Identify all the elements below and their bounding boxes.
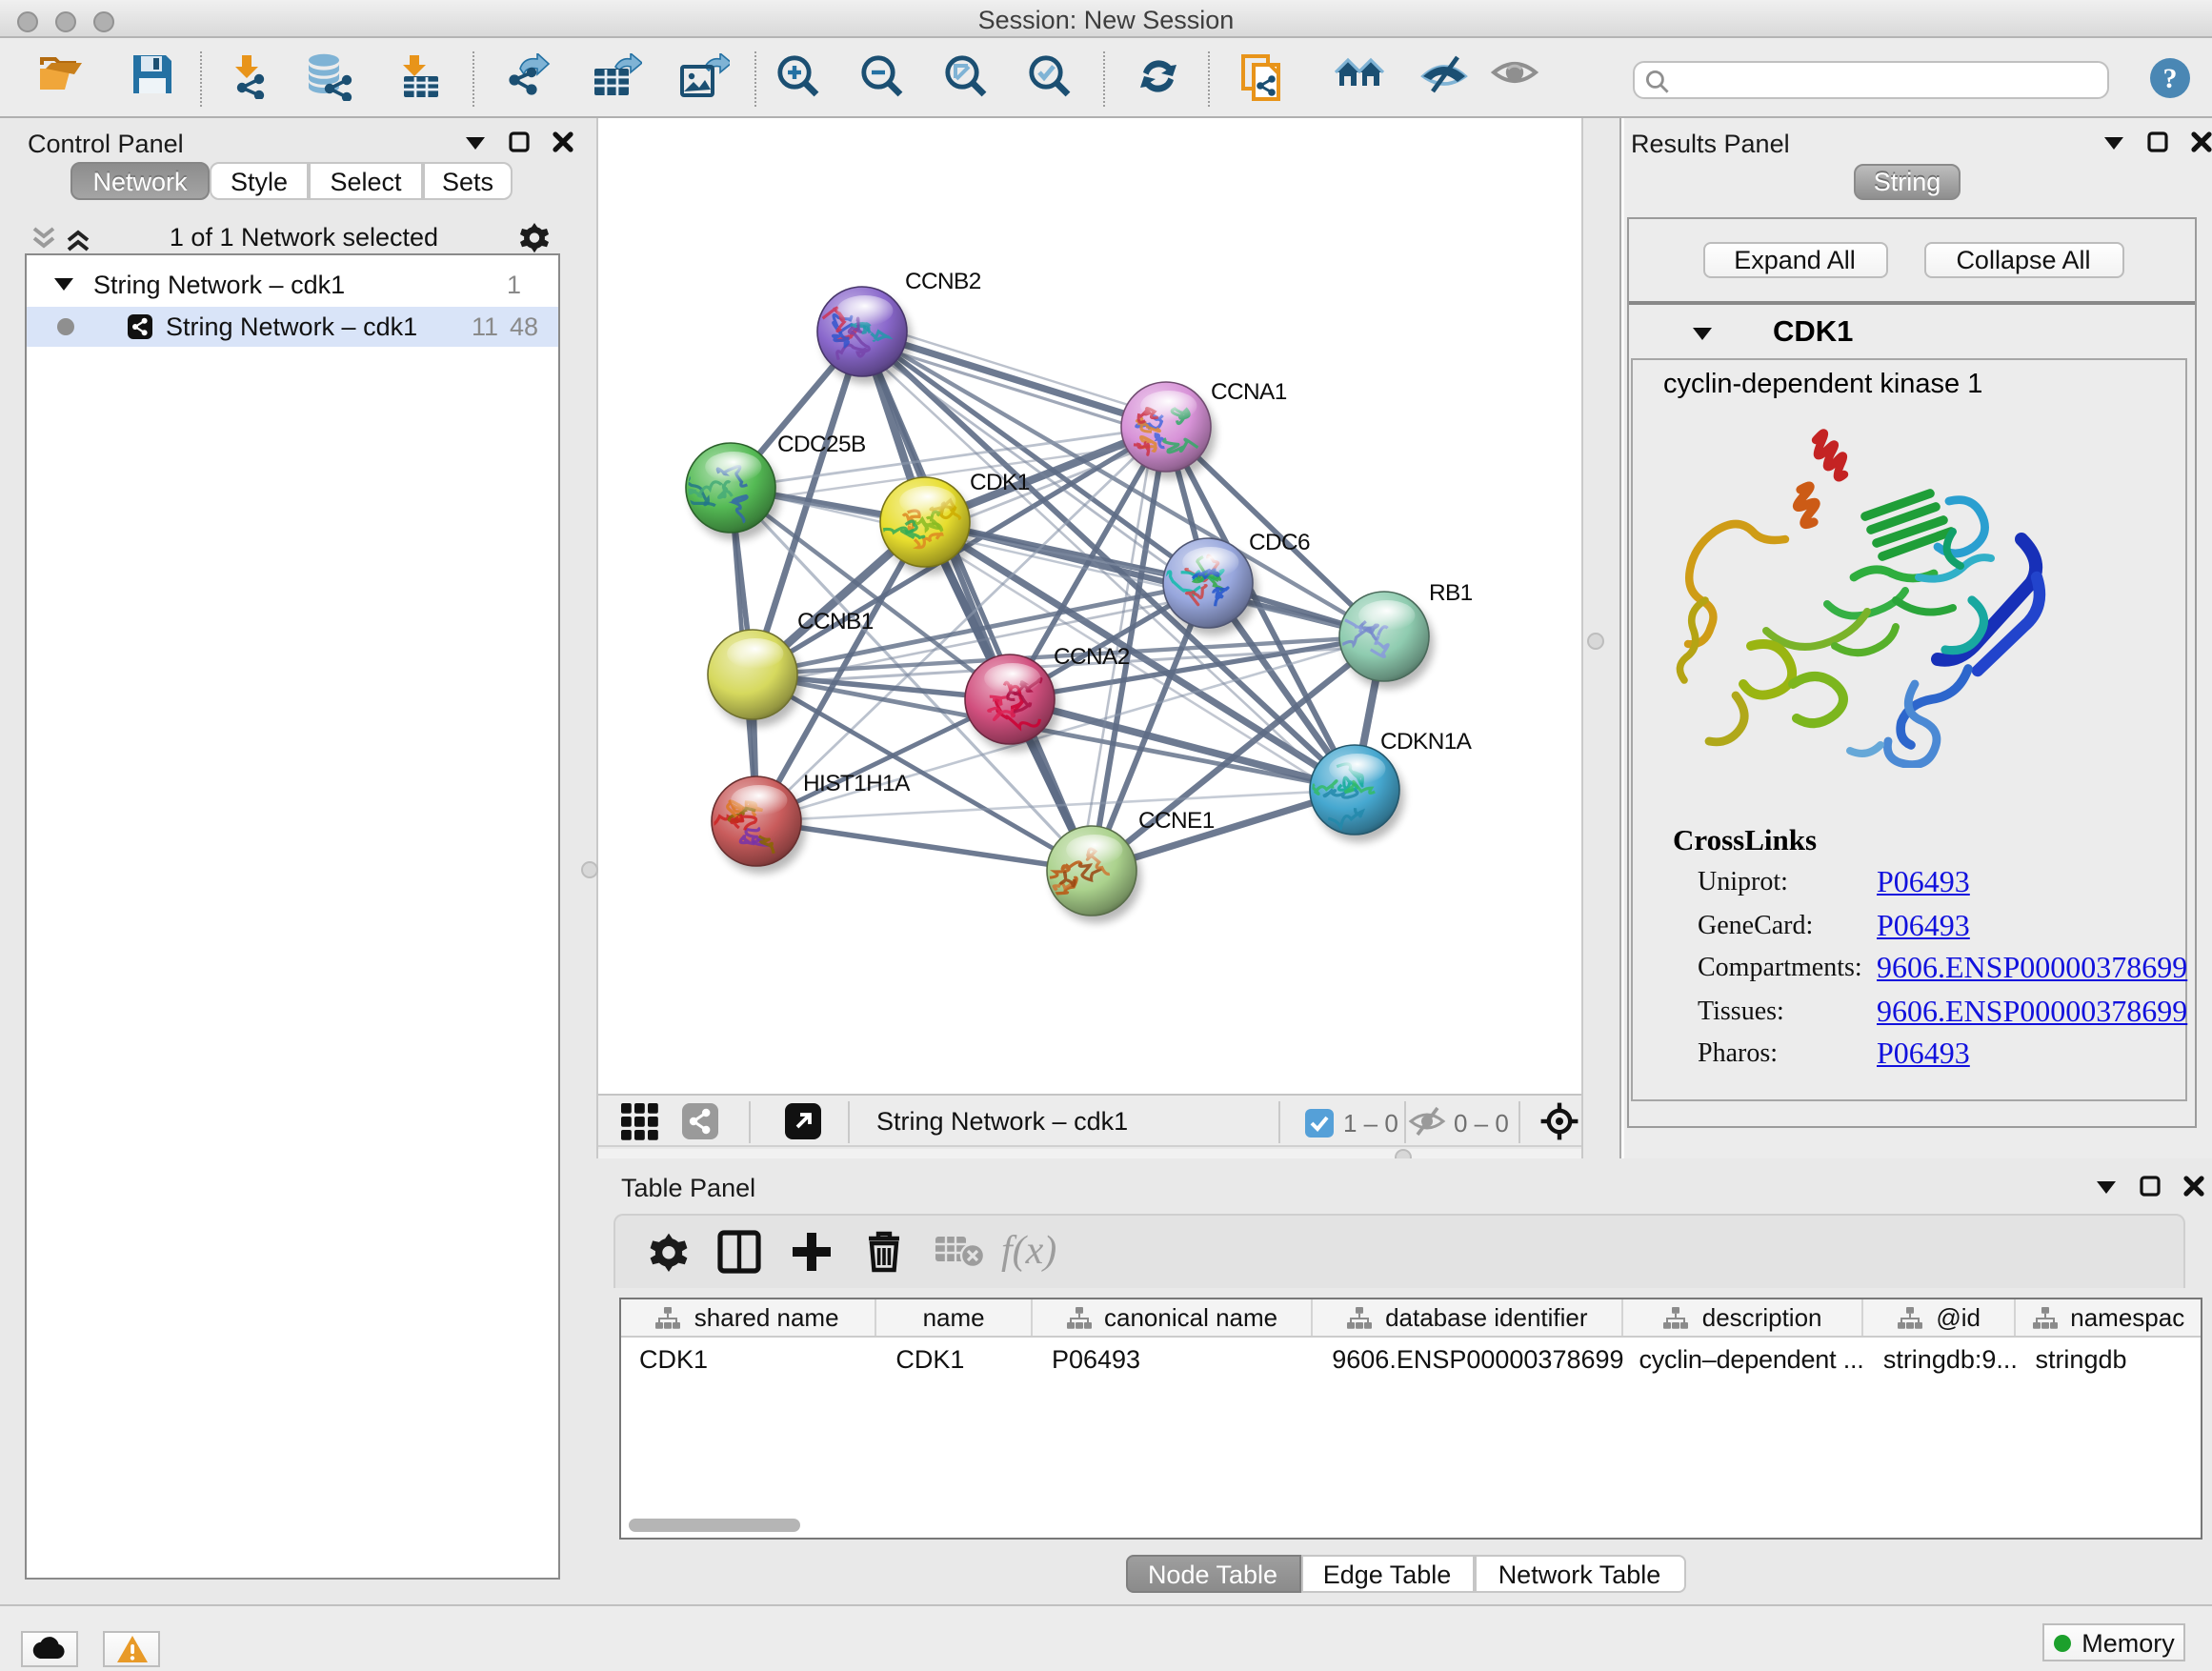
svg-text:CCNB1: CCNB1 [797, 609, 874, 634]
svg-text:RB1: RB1 [1429, 580, 1473, 606]
svg-text:CCNE1: CCNE1 [1138, 808, 1215, 834]
svg-text:CDK1: CDK1 [970, 470, 1030, 495]
svg-text:HIST1H1A: HIST1H1A [803, 771, 911, 796]
svg-text:CDC25B: CDC25B [777, 432, 866, 457]
svg-text:?: ? [2163, 63, 2178, 94]
svg-text:CCNA1: CCNA1 [1211, 379, 1287, 405]
svg-text:CDKN1A: CDKN1A [1380, 729, 1473, 755]
svg-text:CCNB2: CCNB2 [905, 269, 981, 294]
svg-text:CCNA2: CCNA2 [1054, 644, 1130, 670]
svg-text:CDC6: CDC6 [1249, 530, 1310, 555]
